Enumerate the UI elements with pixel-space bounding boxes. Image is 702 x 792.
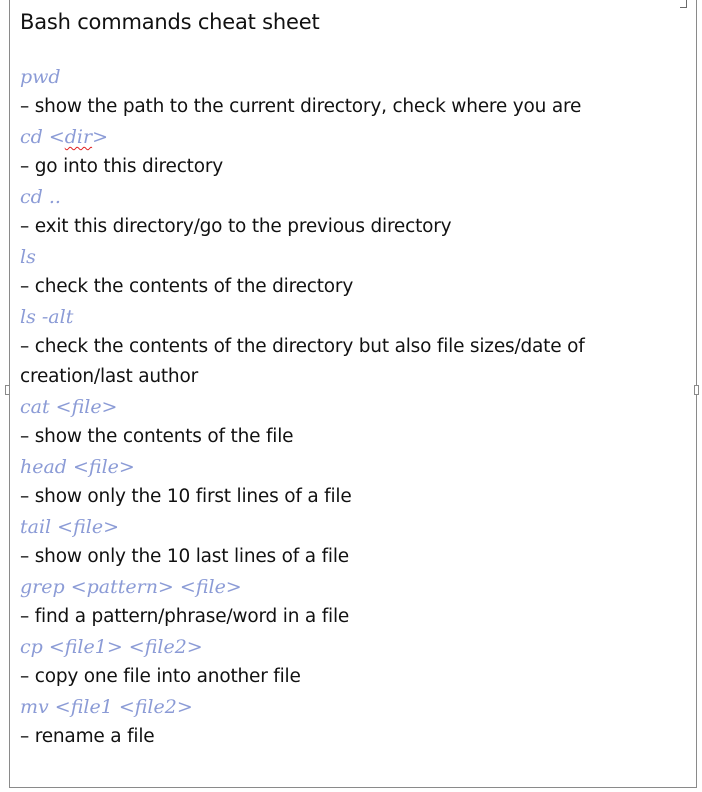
- command-description: – show only the 10 last lines of a file: [20, 546, 349, 567]
- command-name: cat <file>: [20, 396, 118, 418]
- command-description: – check the contents of the directory: [20, 276, 354, 297]
- command-entry: cd .. – exit this directory/go to the pr…: [20, 182, 690, 242]
- right-resize-handle[interactable]: [694, 385, 699, 395]
- command-name: grep <pattern> <file>: [20, 576, 242, 598]
- command-description: – find a pattern/phrase/word in a file: [20, 606, 350, 627]
- command-name: head <file>: [20, 456, 135, 478]
- command-description: – show the contents of the file: [20, 426, 294, 447]
- left-resize-handle[interactable]: [5, 385, 10, 395]
- command-description: – check the contents of the directory bu…: [20, 336, 585, 387]
- command-description: – show the path to the current directory…: [20, 96, 582, 117]
- command-description: – go into this directory: [20, 156, 223, 177]
- command-entry: ls -alt – check the contents of the dire…: [20, 302, 690, 392]
- command-name: pwd: [20, 66, 61, 88]
- command-entry: cd <dir> – go into this directory: [20, 122, 690, 182]
- document-title: Bash commands cheat sheet: [20, 10, 320, 34]
- spellcheck-underline: dir: [64, 126, 93, 148]
- command-name: ls: [20, 246, 36, 268]
- command-description: – exit this directory/go to the previous…: [20, 216, 452, 237]
- command-entry: head <file> – show only the 10 first lin…: [20, 452, 690, 512]
- command-entry: cat <file> – show the contents of the fi…: [20, 392, 690, 452]
- cheat-sheet-content: Bash commands cheat sheet pwd – show the…: [20, 4, 690, 752]
- command-entry: grep <pattern> <file> – find a pattern/p…: [20, 572, 690, 632]
- command-entry: pwd – show the path to the current direc…: [20, 62, 690, 122]
- command-description: – rename a file: [20, 726, 155, 747]
- command-entry: mv <file1 <file2> – rename a file: [20, 692, 690, 752]
- command-name-text: cd <dir>: [20, 126, 109, 148]
- command-name: tail <file>: [20, 516, 119, 538]
- command-name: cd <dir>: [20, 122, 690, 152]
- command-name: cp <file1> <file2>: [20, 636, 203, 658]
- command-description: – copy one file into another file: [20, 666, 301, 687]
- command-name: cd ..: [20, 186, 61, 208]
- command-entry: cp <file1> <file2> – copy one file into …: [20, 632, 690, 692]
- command-description: – show only the 10 first lines of a file: [20, 486, 352, 507]
- command-entry: tail <file> – show only the 10 last line…: [20, 512, 690, 572]
- command-name: ls -alt: [20, 306, 74, 328]
- command-entry: ls – check the contents of the directory: [20, 242, 690, 302]
- command-name: mv <file1 <file2>: [20, 696, 193, 718]
